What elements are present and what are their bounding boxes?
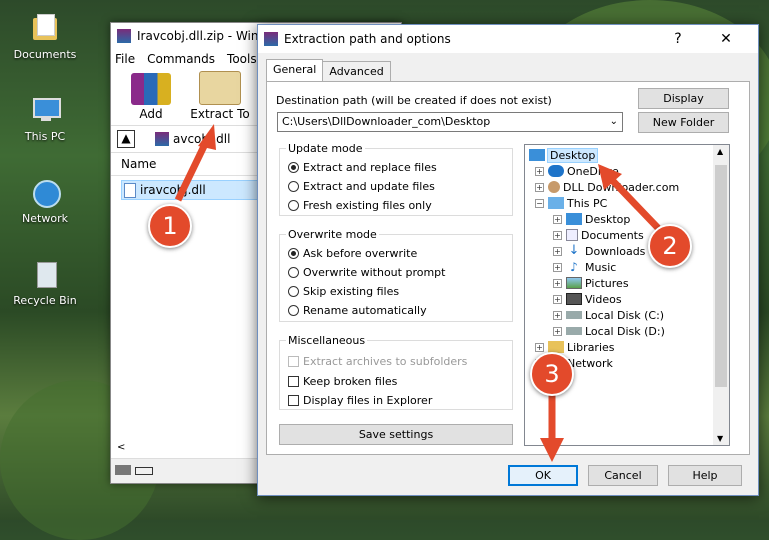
arrow-1 <box>174 124 216 202</box>
annotation-badge-1: 1 <box>148 204 192 248</box>
annotation-badge-3: 3 <box>530 352 574 396</box>
arrow-2 <box>598 164 661 231</box>
arrow-3 <box>540 392 564 462</box>
annotation-badge-2: 2 <box>648 224 692 268</box>
